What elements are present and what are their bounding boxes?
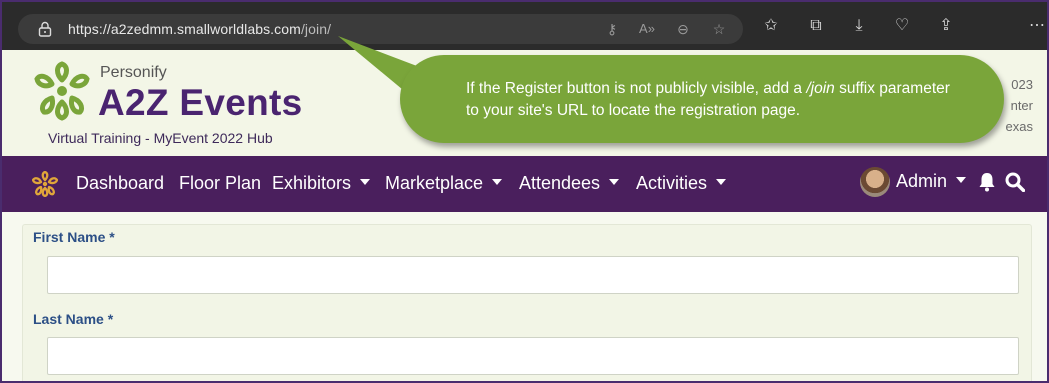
share-icon[interactable]: ⇪ xyxy=(935,15,957,37)
main-content: First Name * Last Name * xyxy=(2,212,1047,381)
last-name-label: Last Name * xyxy=(33,311,114,327)
url-path: /join/ xyxy=(300,21,332,37)
user-name: Admin xyxy=(896,171,948,191)
favorite-add-icon[interactable]: ☆ xyxy=(710,20,728,38)
zoom-out-icon[interactable]: ⊖ xyxy=(674,20,692,38)
caret-down-icon xyxy=(716,179,727,186)
caret-down-icon xyxy=(492,179,503,186)
event-info-line: exas xyxy=(1005,119,1033,134)
nav-label: Dashboard xyxy=(76,173,165,193)
event-info-line: 023 xyxy=(1011,77,1033,92)
url-text[interactable]: https://a2zedmm.smallworldlabs.com/join/ xyxy=(68,21,331,37)
event-info: 023 nter exas xyxy=(1006,74,1033,137)
caret-down-icon xyxy=(360,179,371,186)
read-aloud-icon[interactable]: A» xyxy=(638,20,656,38)
search-icon[interactable] xyxy=(1005,172,1025,192)
nav-activities[interactable]: Activities xyxy=(636,173,727,194)
lock-icon[interactable] xyxy=(38,21,52,37)
main-nav: Dashboard Floor Plan Exhibitors Marketpl… xyxy=(2,156,1047,212)
key-icon[interactable]: ⚷ xyxy=(603,20,621,38)
nav-exhibitors[interactable]: Exhibitors xyxy=(272,173,371,194)
flower-nav-icon[interactable] xyxy=(32,171,58,197)
address-bar[interactable]: https://a2zedmm.smallworldlabs.com/join/… xyxy=(18,14,743,44)
flower-logo-icon[interactable] xyxy=(30,58,94,124)
nav-attendees[interactable]: Attendees xyxy=(519,173,620,194)
caret-down-icon xyxy=(609,179,620,186)
site-subtitle: Virtual Training - MyEvent 2022 Hub xyxy=(48,130,273,146)
browser-essentials-icon[interactable]: ♡ xyxy=(891,15,913,37)
callout-emphasis: /join xyxy=(806,80,835,97)
bell-icon[interactable] xyxy=(978,172,996,192)
user-menu[interactable]: Admin xyxy=(896,171,967,192)
nav-label: Marketplace xyxy=(385,173,484,193)
caret-down-icon xyxy=(956,177,967,184)
nav-marketplace[interactable]: Marketplace xyxy=(385,173,503,194)
site-brand-title[interactable]: A2Z Events xyxy=(98,82,303,124)
nav-floor-plan[interactable]: Floor Plan xyxy=(179,173,261,194)
callout-text: If the Register button is not publicly v… xyxy=(466,78,966,122)
registration-form: First Name * Last Name * xyxy=(22,224,1032,381)
collections-icon[interactable]: ⧉ xyxy=(805,15,827,37)
nav-label: Attendees xyxy=(519,173,601,193)
nav-label: Activities xyxy=(636,173,708,193)
screenshot-frame: https://a2zedmm.smallworldlabs.com/join/… xyxy=(0,0,1049,383)
more-icon[interactable]: ⋯ xyxy=(1026,15,1047,37)
url-host: https://a2zedmm.smallworldlabs.com xyxy=(68,21,301,37)
event-info-line: nter xyxy=(1010,98,1033,113)
last-name-field[interactable] xyxy=(47,337,1019,375)
first-name-field[interactable] xyxy=(47,256,1019,294)
browser-toolbar: https://a2zedmm.smallworldlabs.com/join/… xyxy=(2,2,1047,50)
nav-label: Exhibitors xyxy=(272,173,352,193)
personify-wordmark: Personify xyxy=(100,64,167,81)
callout-bubble: If the Register button is not publicly v… xyxy=(400,55,1004,143)
nav-dashboard[interactable]: Dashboard xyxy=(76,173,164,194)
first-name-label: First Name * xyxy=(33,229,115,245)
favorites-icon[interactable]: ✩ xyxy=(760,15,782,37)
callout-text-part: If the Register button is not publicly v… xyxy=(466,80,807,97)
downloads-icon[interactable]: ⤓ xyxy=(848,15,870,37)
avatar[interactable] xyxy=(860,167,890,197)
nav-label: Floor Plan xyxy=(179,173,262,193)
